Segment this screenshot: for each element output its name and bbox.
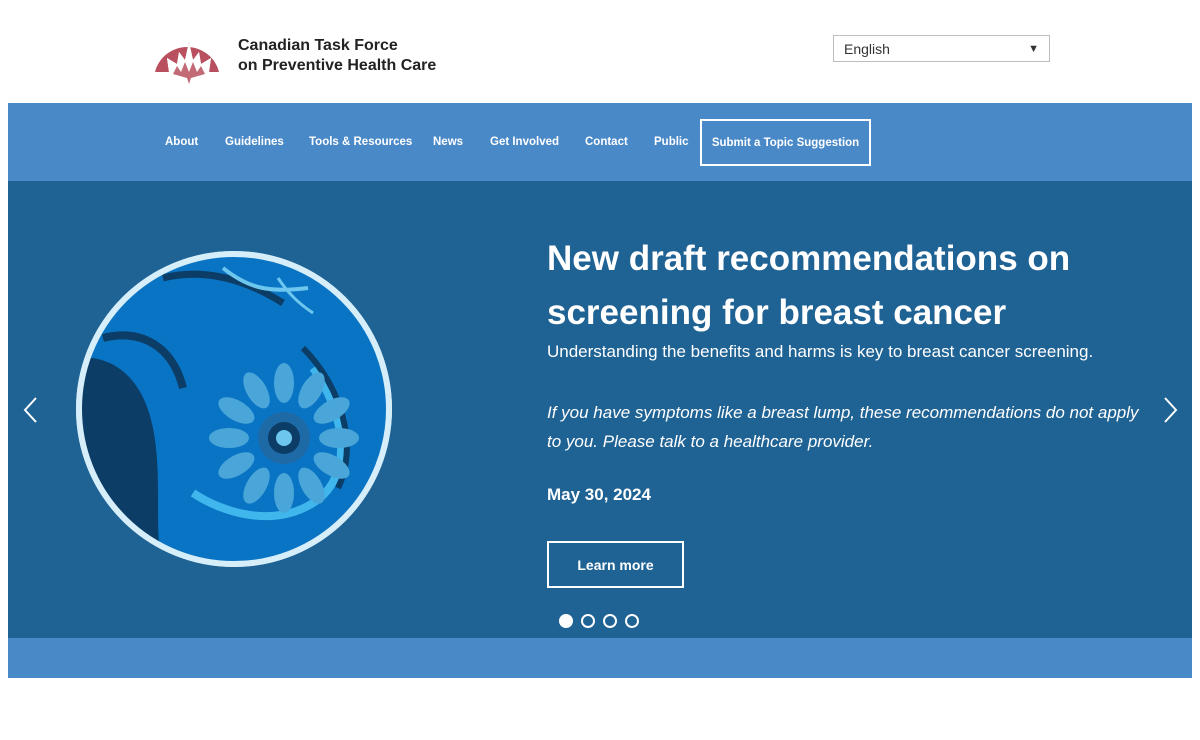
nav-item-public[interactable]: Public [654,136,689,148]
hero-carousel: New draft recommendations on screening f… [8,181,1192,638]
carousel-dot-2[interactable] [581,614,595,628]
main-navigation: About Guidelines Tools & Resources News … [8,103,1192,181]
nav-item-guidelines[interactable]: Guidelines [225,136,284,148]
logo-text: Canadian Task Force on Preventive Health… [238,36,436,76]
hero-title: New draft recommendations on screening f… [547,239,1071,332]
nav-item-get-involved[interactable]: Get Involved [490,136,559,148]
nav-item-news[interactable]: News [433,136,463,148]
lower-band [8,638,1192,678]
maple-leaf-logo-icon [155,42,219,84]
site-logo[interactable]: Canadian Task Force on Preventive Health… [151,28,451,84]
language-selected-value: English [844,40,890,57]
nav-item-tools-resources[interactable]: Tools & Resources [309,136,412,148]
carousel-dot-1[interactable] [559,614,573,628]
carousel-dot-4[interactable] [625,614,639,628]
carousel-dot-3[interactable] [603,614,617,628]
breast-illustration-image [76,251,392,567]
submit-topic-button[interactable]: Submit a Topic Suggestion [700,119,871,166]
hero-subtitle: Understanding the benefits and harms is … [547,342,1094,361]
logo-line-2: on Preventive Health Care [238,57,437,74]
carousel-pagination [559,614,639,628]
language-select[interactable]: English ▼ [833,35,1050,62]
hero-note: If you have symptoms like a breast lump,… [547,403,1139,451]
learn-more-button[interactable]: Learn more [547,541,684,588]
dropdown-arrow-icon: ▼ [1028,42,1039,55]
nav-item-contact[interactable]: Contact [585,136,628,148]
hero-date: May 30, 2024 [547,485,651,504]
chevron-left-icon[interactable] [20,395,42,425]
logo-line-1: Canadian Task Force [238,37,398,54]
nav-item-about[interactable]: About [165,136,198,148]
chevron-right-icon[interactable] [1159,395,1181,425]
